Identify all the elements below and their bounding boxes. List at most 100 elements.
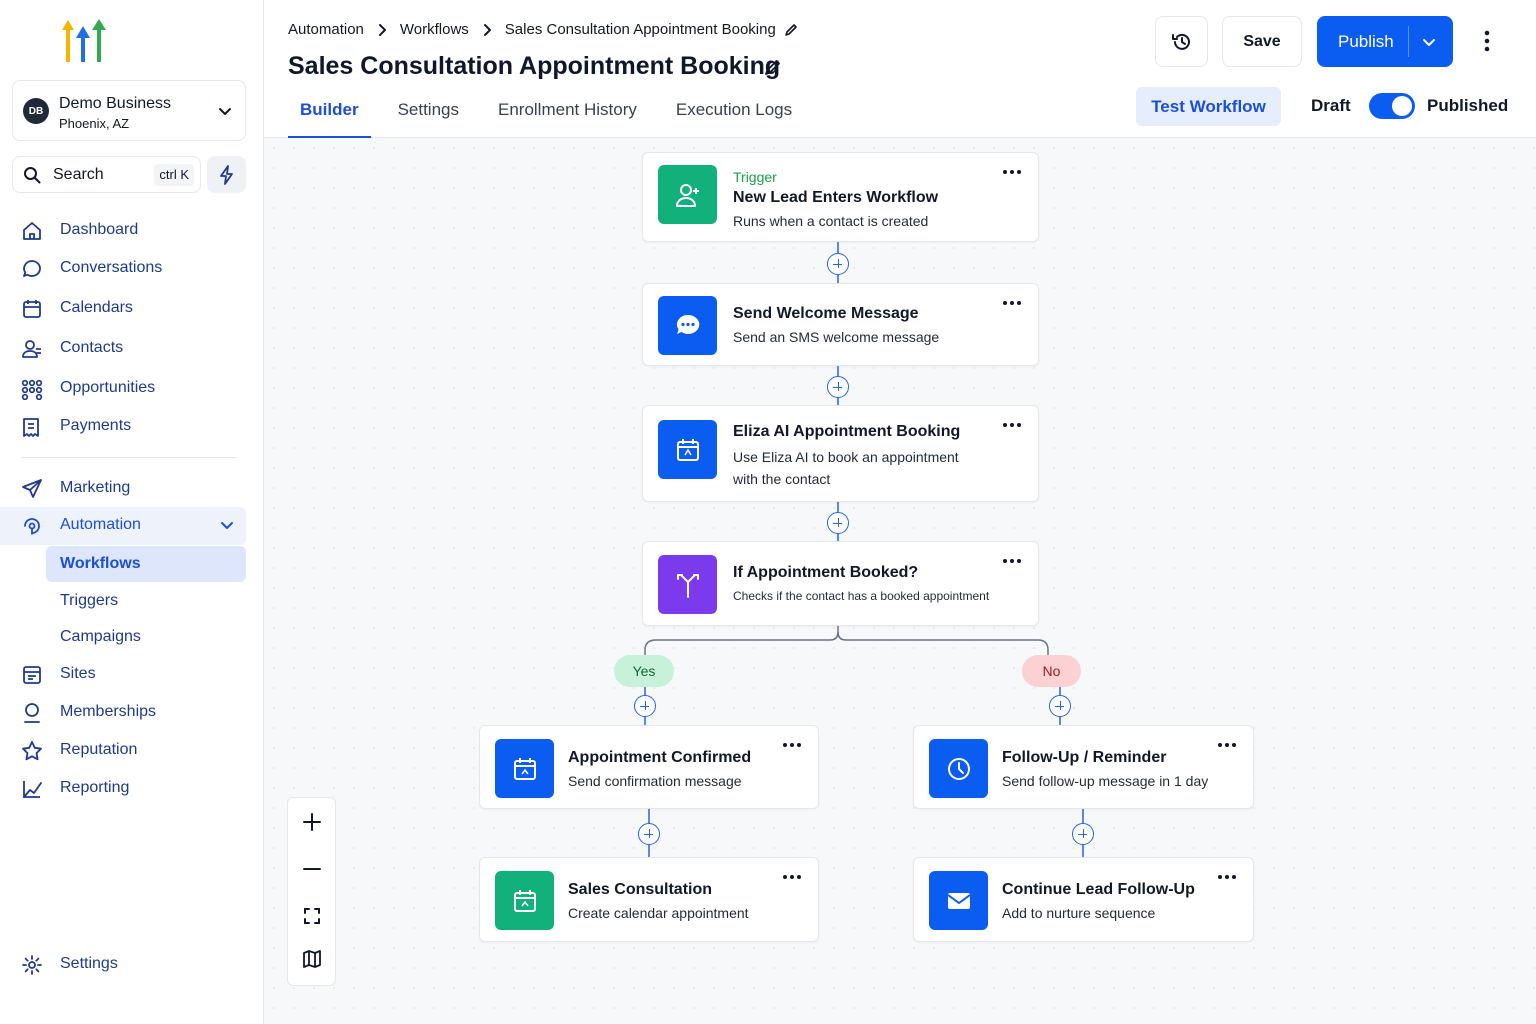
add-step-button[interactable] bbox=[1049, 695, 1071, 717]
zoom-in-icon[interactable] bbox=[301, 811, 323, 833]
user-plus-icon bbox=[658, 165, 717, 224]
node-description-line2: with the contact bbox=[733, 471, 831, 487]
clock-icon bbox=[929, 739, 988, 798]
more-horizontal-icon[interactable] bbox=[782, 872, 802, 882]
add-step-button[interactable] bbox=[827, 376, 849, 398]
node-description: Runs when a contact is created bbox=[733, 213, 929, 229]
nurture-node[interactable]: Continue Lead Follow-Up Add to nurture s… bbox=[913, 857, 1254, 942]
calendar-ai-icon bbox=[658, 420, 717, 479]
sales-consultation-node[interactable]: Sales Consultation Create calendar appoi… bbox=[479, 857, 819, 942]
test-workflow-button[interactable]: Test Workflow bbox=[1136, 87, 1281, 126]
calendar-icon bbox=[495, 739, 554, 798]
node-title: Appointment Confirmed bbox=[568, 749, 752, 766]
tab-builder[interactable]: Builder bbox=[288, 96, 371, 138]
business-switcher[interactable]: DB Demo Business Phoenix, AZ bbox=[12, 80, 246, 141]
sidebar-item-reputation[interactable]: Reputation bbox=[0, 732, 246, 768]
more-horizontal-icon[interactable] bbox=[1217, 872, 1237, 882]
publish-label: Publish bbox=[1338, 32, 1394, 51]
add-step-button[interactable] bbox=[634, 695, 656, 717]
sidebar-item-label: Conversations bbox=[60, 259, 163, 276]
add-step-button[interactable] bbox=[638, 823, 660, 845]
contacts-icon bbox=[22, 340, 41, 358]
more-horizontal-icon[interactable] bbox=[1217, 740, 1237, 750]
search-label: Search bbox=[53, 166, 104, 183]
zoom-out-icon[interactable] bbox=[301, 858, 323, 880]
more-horizontal-icon[interactable] bbox=[1002, 420, 1022, 430]
breadcrumb-automation[interactable]: Automation bbox=[288, 21, 364, 38]
breadcrumb: Automation Workflows Sales Consultation … bbox=[288, 21, 798, 38]
sidebar-item-reporting[interactable]: Reporting bbox=[0, 770, 246, 806]
sidebar-item-contacts[interactable]: Contacts bbox=[0, 330, 246, 366]
breadcrumb-current: Sales Consultation Appointment Booking bbox=[504, 21, 776, 38]
node-description: Send an SMS welcome message bbox=[733, 329, 940, 345]
pencil-icon[interactable] bbox=[784, 23, 798, 37]
node-kicker: Trigger bbox=[733, 169, 777, 185]
version-history-button[interactable] bbox=[1155, 16, 1208, 67]
publish-button[interactable]: Publish bbox=[1317, 16, 1453, 67]
more-horizontal-icon[interactable] bbox=[1002, 556, 1022, 566]
sidebar-item-sites[interactable]: Sites bbox=[0, 656, 246, 692]
sidebar-item-triggers[interactable]: Triggers bbox=[46, 583, 246, 619]
app-logo-icon[interactable] bbox=[58, 18, 110, 64]
minimap-icon[interactable] bbox=[301, 948, 323, 970]
sidebar-item-label: Reputation bbox=[60, 741, 138, 758]
more-options-icon[interactable] bbox=[1477, 28, 1497, 54]
add-step-button[interactable] bbox=[827, 253, 849, 275]
lightning-icon bbox=[219, 164, 233, 185]
follow-up-node[interactable]: Follow-Up / Reminder Send follow-up mess… bbox=[913, 725, 1254, 809]
sidebar-item-campaigns[interactable]: Campaigns bbox=[46, 619, 246, 655]
sidebar-item-label: Workflows bbox=[60, 555, 141, 572]
sidebar-item-calendars[interactable]: Calendars bbox=[0, 290, 246, 326]
node-title: New Lead Enters Workflow bbox=[733, 189, 939, 206]
appointment-confirmed-node[interactable]: Appointment Confirmed Send confirmation … bbox=[479, 725, 819, 809]
more-horizontal-icon[interactable] bbox=[1002, 298, 1022, 308]
toggle-knob bbox=[1392, 96, 1412, 116]
tab-enrollment-history[interactable]: Enrollment History bbox=[486, 96, 649, 138]
business-name: Demo Business bbox=[59, 95, 172, 112]
automation-icon bbox=[24, 518, 40, 535]
mail-icon bbox=[929, 871, 988, 930]
fit-view-icon[interactable] bbox=[301, 905, 323, 927]
add-step-button[interactable] bbox=[827, 512, 849, 534]
workflow-header: Automation Workflows Sales Consultation … bbox=[264, 0, 1536, 138]
sidebar-item-opportunities[interactable]: Opportunities bbox=[0, 370, 246, 406]
sidebar-item-marketing[interactable]: Marketing bbox=[0, 470, 246, 506]
search-button[interactable]: Search ctrl K bbox=[12, 156, 201, 193]
more-horizontal-icon[interactable] bbox=[782, 740, 802, 750]
workflow-tabs: Builder Settings Enrollment History Exec… bbox=[288, 96, 819, 138]
sidebar-item-payments[interactable]: Payments bbox=[0, 408, 246, 444]
breadcrumb-workflows[interactable]: Workflows bbox=[400, 21, 469, 38]
eliza-booking-node[interactable]: Eliza AI Appointment Booking Use Eliza A… bbox=[642, 405, 1039, 502]
business-avatar: DB bbox=[23, 98, 49, 124]
sidebar-item-settings[interactable]: Settings bbox=[0, 946, 246, 982]
save-button[interactable]: Save bbox=[1222, 16, 1302, 67]
sidebar-item-memberships[interactable]: Memberships bbox=[0, 694, 246, 730]
sidebar-divider bbox=[22, 457, 238, 458]
condition-node[interactable]: If Appointment Booked? Checks if the con… bbox=[642, 541, 1039, 626]
sidebar-item-dashboard[interactable]: Dashboard bbox=[0, 212, 246, 248]
node-title: Send Welcome Message bbox=[733, 305, 919, 322]
business-location: Phoenix, AZ bbox=[59, 116, 130, 131]
opportunities-icon bbox=[21, 379, 43, 400]
sidebar-item-conversations[interactable]: Conversations bbox=[0, 250, 246, 286]
node-title: Eliza AI Appointment Booking bbox=[733, 423, 961, 440]
chevron-down-icon[interactable] bbox=[1421, 34, 1437, 50]
send-welcome-node[interactable]: Send Welcome Message Send an SMS welcome… bbox=[642, 283, 1039, 366]
page-title: Sales Consultation Appointment Booking bbox=[288, 52, 781, 80]
add-step-button[interactable] bbox=[1072, 823, 1094, 845]
sidebar-item-workflows[interactable]: Workflows bbox=[46, 546, 246, 582]
trigger-node[interactable]: Trigger New Lead Enters Workflow Runs wh… bbox=[642, 152, 1039, 242]
quick-actions-button[interactable] bbox=[207, 156, 246, 193]
sidebar-item-label: Triggers bbox=[60, 592, 119, 609]
sidebar-item-automation[interactable]: Automation bbox=[0, 507, 246, 545]
draft-label: Draft bbox=[1311, 96, 1351, 115]
tab-execution-logs[interactable]: Execution Logs bbox=[664, 96, 804, 138]
publish-toggle[interactable] bbox=[1369, 93, 1415, 119]
edit-title-icon[interactable] bbox=[764, 58, 782, 76]
sidebar-item-label: Payments bbox=[60, 417, 132, 434]
sidebar-item-label: Contacts bbox=[60, 339, 124, 356]
more-horizontal-icon[interactable] bbox=[1002, 167, 1022, 177]
chat-bubble-icon bbox=[658, 296, 717, 355]
tab-settings[interactable]: Settings bbox=[386, 96, 471, 138]
canvas-controls bbox=[287, 797, 336, 986]
